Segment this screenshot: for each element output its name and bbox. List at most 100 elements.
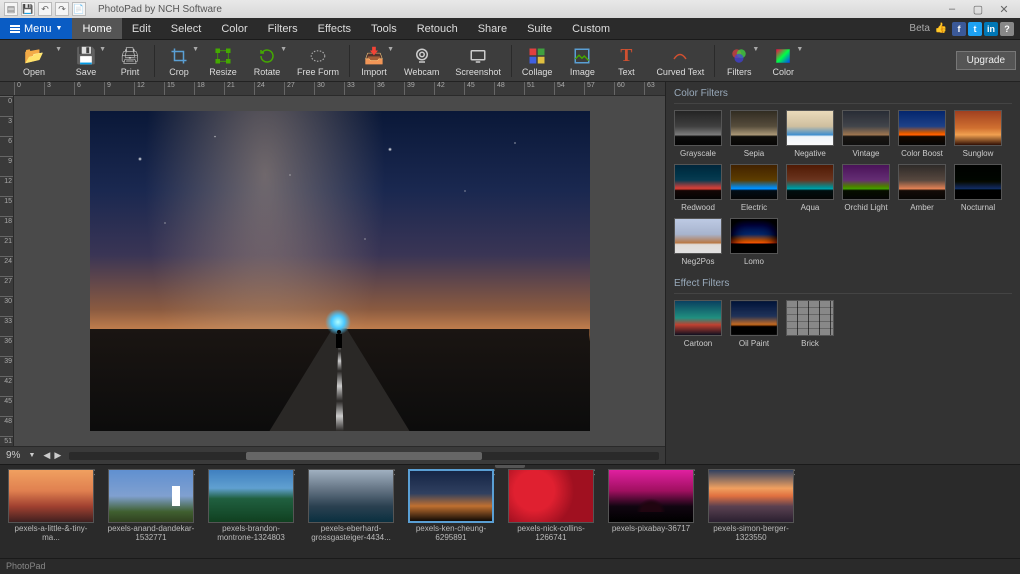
filmstrip-item[interactable]: ✕pexels-nick-collins-1266741	[506, 469, 596, 556]
menu-tab-retouch[interactable]: Retouch	[407, 18, 468, 39]
filter-lomo[interactable]: Lomo	[730, 218, 778, 266]
filter-aqua[interactable]: Aqua	[786, 164, 834, 212]
chevron-down-icon: ▼	[56, 25, 63, 32]
close-button[interactable]: ✕	[992, 2, 1016, 16]
crop-button[interactable]: ▼Crop	[157, 40, 201, 81]
filter-thumbnail	[674, 164, 722, 200]
filter-negative[interactable]: Negative	[786, 110, 834, 158]
print-button[interactable]: 🖨Print	[108, 40, 152, 81]
menu-tab-filters[interactable]: Filters	[258, 18, 308, 39]
menu-tab-color[interactable]: Color	[211, 18, 257, 39]
filter-nocturnal[interactable]: Nocturnal	[954, 164, 1002, 212]
filmstrip-label: pexels-pixabay-36717	[612, 525, 690, 534]
filmstrip-item[interactable]: ✕pexels-brandon-montrone-1324803	[206, 469, 296, 556]
chevron-down-icon: ▼	[280, 46, 287, 53]
filter-label: Redwood	[681, 203, 715, 212]
collage-button[interactable]: Collage	[514, 40, 561, 81]
help-icon[interactable]: ?	[1000, 22, 1014, 36]
zoom-dropdown-icon[interactable]: ▼	[28, 452, 35, 459]
filter-redwood[interactable]: Redwood	[674, 164, 722, 212]
menu-bar: Menu ▼ HomeEditSelectColorFiltersEffects…	[0, 18, 1020, 40]
menu-tab-home[interactable]: Home	[72, 18, 121, 39]
save-button[interactable]: ▼💾Save	[64, 40, 108, 81]
minimize-button[interactable]: –	[940, 2, 964, 16]
freeform-button[interactable]: Free Form	[289, 40, 347, 81]
webcam-button[interactable]: Webcam	[396, 40, 447, 81]
filter-oil-paint[interactable]: Oil Paint	[730, 300, 778, 348]
filter-cartoon[interactable]: Cartoon	[674, 300, 722, 348]
filmstrip-item[interactable]: ✕pexels-pixabay-36717	[606, 469, 696, 556]
filmstrip-item[interactable]: ✕pexels-ken-cheung-6295891	[406, 469, 496, 556]
filter-electric[interactable]: Electric	[730, 164, 778, 212]
chevron-down-icon: ▼	[387, 46, 394, 53]
filter-neg2pos[interactable]: Neg2Pos	[674, 218, 722, 266]
menu-tab-suite[interactable]: Suite	[517, 18, 562, 39]
image-button[interactable]: Image	[560, 40, 604, 81]
filter-label: Grayscale	[680, 149, 716, 158]
image-icon	[573, 45, 591, 67]
menu-tab-select[interactable]: Select	[161, 18, 212, 39]
import-button[interactable]: ▼📥Import	[352, 40, 396, 81]
filmstrip-item[interactable]: ✕pexels-eberhard-grossgasteiger-4434...	[306, 469, 396, 556]
thumbs-up-icon[interactable]: 👍	[934, 22, 948, 36]
open-button[interactable]: ▼📂Open	[4, 40, 64, 81]
qat-undo-icon[interactable]: ↶	[38, 2, 52, 16]
upgrade-button[interactable]: Upgrade	[956, 51, 1016, 70]
menu-tab-share[interactable]: Share	[468, 18, 517, 39]
filter-thumbnail	[786, 110, 834, 146]
filter-amber[interactable]: Amber	[898, 164, 946, 212]
resize-button[interactable]: Resize	[201, 40, 245, 81]
filter-sepia[interactable]: Sepia	[730, 110, 778, 158]
menu-tab-tools[interactable]: Tools	[361, 18, 407, 39]
filters-button[interactable]: ▼Filters	[717, 40, 761, 81]
menu-tab-custom[interactable]: Custom	[562, 18, 620, 39]
rotate-button[interactable]: ▼Rotate	[245, 40, 289, 81]
horizontal-scrollbar[interactable]	[69, 452, 659, 460]
save-icon: 💾	[76, 45, 96, 67]
filter-brick[interactable]: Brick	[786, 300, 834, 348]
quick-access-toolbar: ▤ 💾 ↶ ↷ 📄	[4, 2, 86, 16]
chevron-down-icon: ▼	[796, 46, 803, 53]
text-button[interactable]: TText	[604, 40, 648, 81]
qat-redo-icon[interactable]: ↷	[55, 2, 69, 16]
color-button[interactable]: ▼Color	[761, 40, 805, 81]
filmstrip-item[interactable]: ✕pexels-anand-dandekar-1532771	[106, 469, 196, 556]
webcam-icon	[413, 45, 431, 67]
filter-thumbnail	[674, 110, 722, 146]
filmstrip-item[interactable]: ✕pexels-a-little-&-tiny-ma...	[6, 469, 96, 556]
filmstrip-resize-handle[interactable]	[495, 464, 525, 468]
filter-color-boost[interactable]: Color Boost	[898, 110, 946, 158]
maximize-button[interactable]: ▢	[966, 2, 990, 16]
scroll-left-icon[interactable]: ◀	[43, 450, 50, 461]
qat-doc-icon[interactable]: 📄	[72, 2, 86, 16]
filter-sunglow[interactable]: Sunglow	[954, 110, 1002, 158]
scroll-right-icon[interactable]: ▶	[54, 450, 61, 461]
filter-thumbnail	[954, 110, 1002, 146]
linkedin-icon[interactable]: in	[984, 22, 998, 36]
twitter-icon[interactable]: t	[968, 22, 982, 36]
filmstrip-thumbnail	[208, 469, 294, 523]
burger-icon	[10, 25, 20, 33]
filmstrip: ✕pexels-a-little-&-tiny-ma...✕pexels-ana…	[0, 464, 1020, 558]
filter-label: Aqua	[801, 203, 820, 212]
filmstrip-thumbnail	[308, 469, 394, 523]
screenshot-button[interactable]: Screenshot	[447, 40, 509, 81]
filter-grayscale[interactable]: Grayscale	[674, 110, 722, 158]
filmstrip-item[interactable]: ✕pexels-simon-berger-1323550	[706, 469, 796, 556]
menu-tab-edit[interactable]: Edit	[122, 18, 161, 39]
canvas-viewport[interactable]	[14, 96, 665, 446]
filter-vintage[interactable]: Vintage	[842, 110, 890, 158]
filter-orchid-light[interactable]: Orchid Light	[842, 164, 890, 212]
qat-new-icon[interactable]: ▤	[4, 2, 18, 16]
filter-thumbnail	[730, 218, 778, 254]
filters-icon	[730, 45, 748, 67]
qat-save-icon[interactable]: 💾	[21, 2, 35, 16]
filter-thumbnail	[954, 164, 1002, 200]
facebook-icon[interactable]: f	[952, 22, 966, 36]
menu-button[interactable]: Menu ▼	[0, 18, 72, 39]
menu-tab-effects[interactable]: Effects	[308, 18, 361, 39]
curvedtext-button[interactable]: Curved Text	[648, 40, 712, 81]
filmstrip-label: pexels-nick-collins-1266741	[506, 525, 596, 543]
effect-filters-title: Effect Filters	[674, 276, 1012, 294]
filmstrip-label: pexels-simon-berger-1323550	[706, 525, 796, 543]
